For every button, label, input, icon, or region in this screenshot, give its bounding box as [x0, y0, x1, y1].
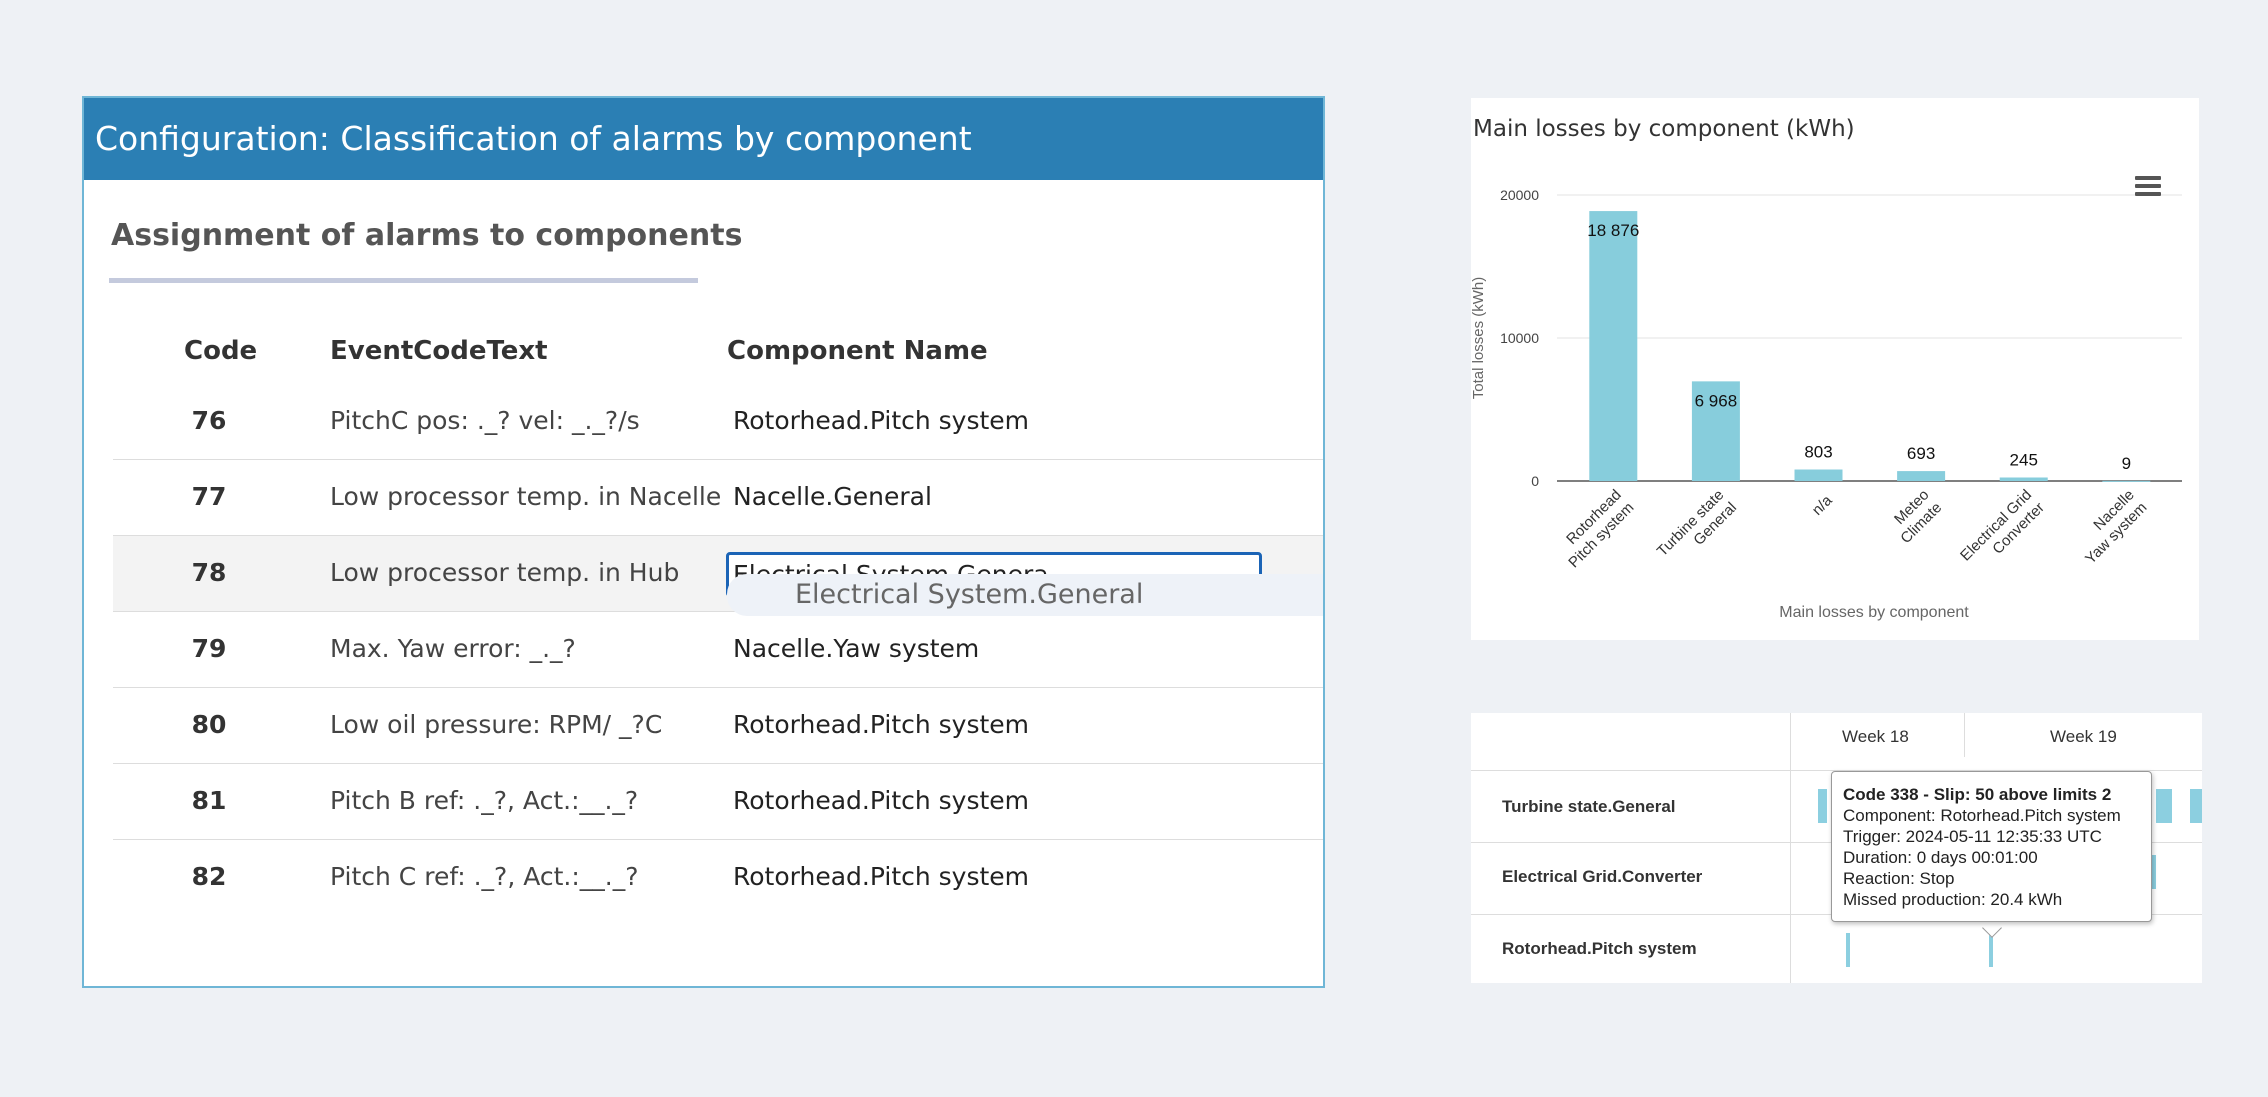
alarm-bar[interactable]: [2156, 789, 2172, 823]
cell-code: 76: [191, 406, 227, 435]
cell-code: 77: [191, 482, 227, 511]
section-title: Assignment of alarms to components: [111, 218, 743, 253]
x-tick-label: NacelleYaw system: [2069, 486, 2150, 567]
bar-value-label: 6 968: [1695, 391, 1738, 410]
tooltip-duration: Duration: 0 days 00:01:00: [1843, 848, 2038, 867]
bar: [1589, 211, 1638, 482]
cell-event-text: Low processor temp. in Hub: [330, 558, 680, 587]
cell-component[interactable]: Rotorhead.Pitch system: [733, 710, 1029, 739]
section-underline: [109, 278, 698, 283]
x-tick-label: RotorheadPitch system: [1553, 486, 1638, 571]
chart-title: Main losses by component (kWh): [1473, 116, 1855, 142]
tooltip-component: Component: Rotorhead.Pitch system: [1843, 806, 2121, 825]
timeline-row-label: Electrical Grid.Converter: [1502, 867, 1703, 886]
bar-value-label: 9: [2122, 454, 2131, 473]
cell-code: 80: [191, 710, 227, 739]
table-row[interactable]: 82 Pitch C ref: ._?, Act.:__._? Rotorhea…: [113, 840, 1323, 894]
cell-component[interactable]: Rotorhead.Pitch system: [733, 406, 1029, 435]
bar: [2102, 480, 2151, 482]
cell-event-text: Low processor temp. in Nacelle: [330, 482, 722, 511]
cell-code: 78: [191, 558, 227, 587]
losses-bar-chart: 0 10000 20000 Total losses (kWh) Main losses…: [1471, 187, 2182, 621]
alarm-timeline-card: Week 18 Week 19 Turbine state.General El…: [1471, 713, 2202, 983]
table-row[interactable]: 80 Low oil pressure: RPM/ _?C Rotorhead.…: [113, 688, 1323, 764]
bar: [1897, 471, 1946, 481]
cell-component[interactable]: Rotorhead.Pitch system: [733, 786, 1029, 815]
column-header-component-name[interactable]: Component Name: [727, 336, 988, 366]
cell-event-text: Pitch C ref: ._?, Act.:__._?: [330, 862, 639, 891]
cell-component[interactable]: Rotorhead.Pitch system: [733, 862, 1029, 891]
y-tick-label: 0: [1531, 473, 1539, 489]
alarm-table: Code EventCodeText Component Name 76 Pit…: [113, 320, 1323, 894]
losses-chart-card: 0 10000 20000 Total losses (kWh) Main losses…: [1471, 98, 2199, 640]
tooltip-title: Code 338 - Slip: 50 above limits 2: [1843, 785, 2112, 804]
table-row[interactable]: 81 Pitch B ref: ._?, Act.:__._? Rotorhea…: [113, 764, 1323, 840]
config-header-title: Configuration: Classification of alarms …: [84, 98, 1323, 180]
alarm-bar[interactable]: [1846, 933, 1850, 967]
x-tick-label: MeteoClimate: [1885, 486, 1946, 547]
tooltip-missed-production: Missed production: 20.4 kWh: [1843, 890, 2063, 909]
cell-event-text: Low oil pressure: RPM/ _?C: [330, 710, 663, 739]
cell-event-text: PitchC pos: ._? vel: _._?/s: [330, 406, 640, 435]
y-tick-label: 10000: [1500, 330, 1539, 346]
y-axis-label: Total losses (kWh): [1471, 277, 1487, 400]
table-header: Code EventCodeText Component Name: [113, 320, 1323, 384]
tooltip-reaction: Reaction: Stop: [1843, 869, 1955, 888]
alarm-bar[interactable]: [2152, 855, 2156, 889]
alarm-bar[interactable]: [1818, 789, 1827, 823]
cell-component[interactable]: Nacelle.General: [733, 482, 932, 511]
alarm-tooltip: Code 338 - Slip: 50 above limits 2 Compo…: [1831, 771, 2152, 922]
chart-menu-icon[interactable]: [2135, 176, 2161, 196]
bar-value-label: 245: [2010, 450, 2038, 469]
bar-value-label: 803: [1804, 443, 1832, 462]
bar-value-label: 18 876: [1587, 221, 1639, 240]
alarm-bar[interactable]: [2190, 789, 2202, 823]
table-row[interactable]: 77 Low processor temp. in Nacelle Nacell…: [113, 460, 1323, 536]
alarm-bar-highlighted[interactable]: [1989, 933, 1993, 967]
column-header-eventcodetext[interactable]: EventCodeText: [330, 336, 548, 366]
table-row[interactable]: 79 Max. Yaw error: _._? Nacelle.Yaw syst…: [113, 612, 1323, 688]
cell-event-text: Pitch B ref: ._?, Act.:__._?: [330, 786, 639, 815]
x-axis-label: Main losses by component: [1779, 604, 1969, 621]
week-label: Week 19: [2050, 727, 2117, 746]
x-tick-label: Turbine stateGeneral: [1654, 486, 1740, 572]
cell-code: 81: [191, 786, 227, 815]
tooltip-trigger: Trigger: 2024-05-11 12:35:33 UTC: [1843, 827, 2102, 846]
cell-code: 79: [191, 634, 227, 663]
autocomplete-suggestion[interactable]: Electrical System.General: [727, 574, 1323, 616]
config-panel: Configuration: Classification of alarms …: [82, 96, 1325, 988]
week-label: Week 18: [1842, 727, 1909, 746]
y-tick-label: 20000: [1500, 187, 1539, 203]
timeline-row-label: Turbine state.General: [1502, 797, 1676, 816]
x-tick-label: Electrical GridConverter: [1957, 486, 2048, 577]
week-divider: [1964, 713, 1965, 757]
table-body[interactable]: 76 PitchC pos: ._? vel: _._?/s Rotorhead…: [113, 384, 1323, 894]
cell-code: 82: [191, 862, 227, 891]
bar: [1794, 469, 1843, 481]
column-header-code[interactable]: Code: [184, 336, 257, 366]
bar-value-label: 693: [1907, 444, 1935, 463]
x-tick-label: n/a: [1809, 492, 1836, 519]
cell-component[interactable]: Nacelle.Yaw system: [733, 634, 979, 663]
table-row[interactable]: 76 PitchC pos: ._? vel: _._?/s Rotorhead…: [113, 384, 1323, 460]
cell-event-text: Max. Yaw error: _._?: [330, 634, 576, 663]
bar: [1999, 477, 2048, 481]
timeline-row: Rotorhead.Pitch system: [1471, 915, 2202, 983]
timeline-row-label: Rotorhead.Pitch system: [1502, 939, 1697, 958]
